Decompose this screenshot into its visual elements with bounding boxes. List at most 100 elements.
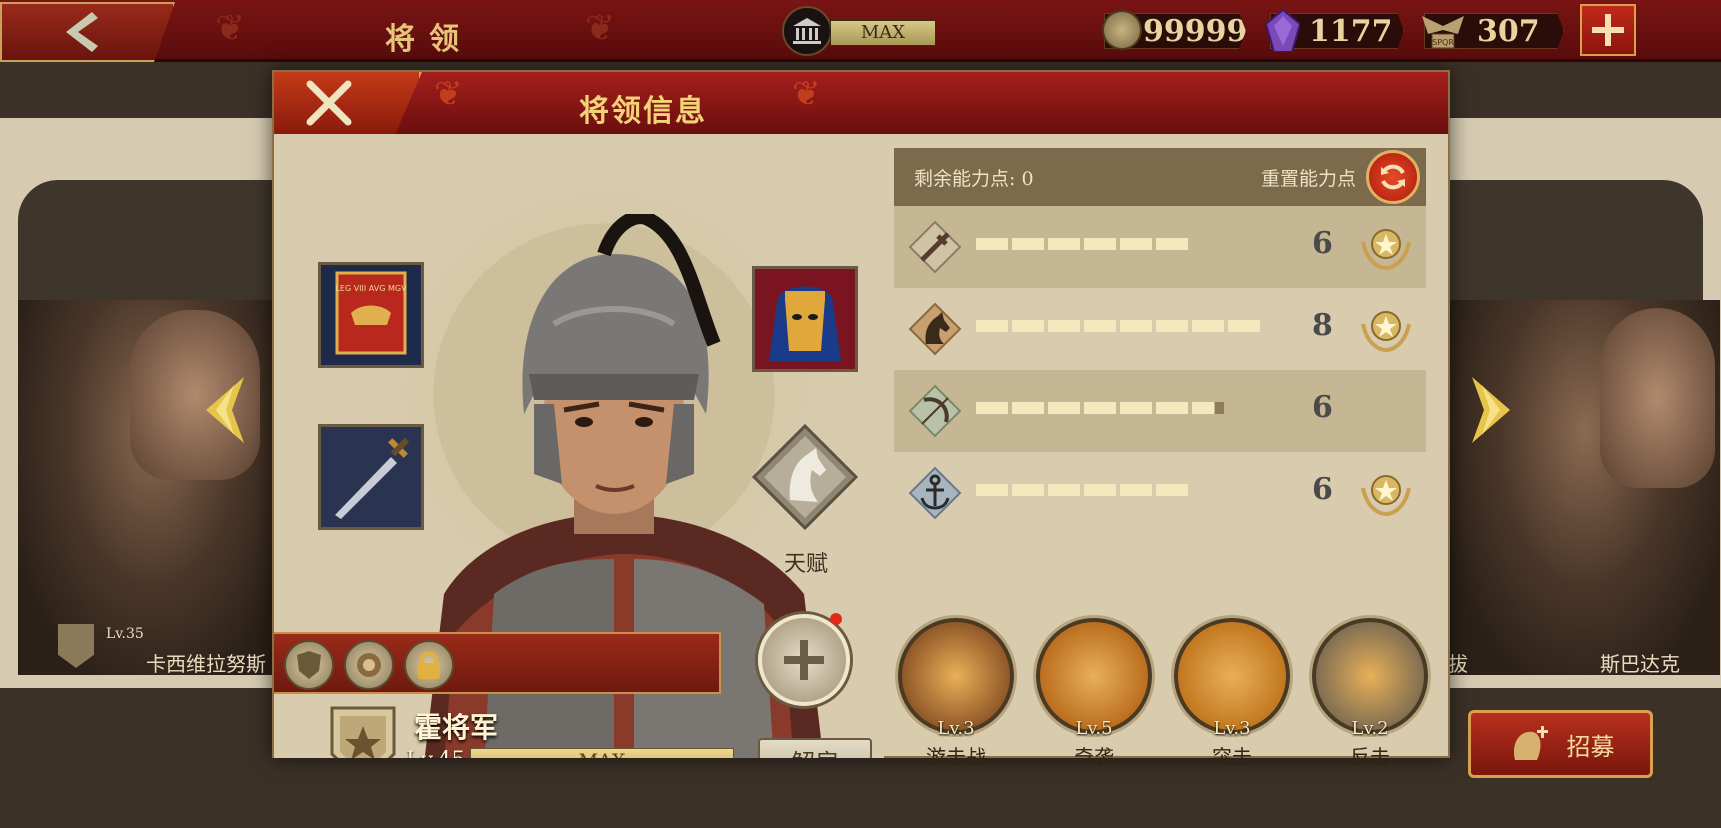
gladius-sword-icon [335,437,410,519]
cavalry-skill-slot[interactable] [344,640,394,690]
close-button[interactable] [274,72,422,134]
plus-icon [1592,14,1624,46]
skill-ambush[interactable]: Lv.5 奇袭 [1036,618,1152,770]
stat-segment [1156,238,1188,250]
laurel-right-icon: ❦ [585,8,616,49]
hero-name: 霍将军 [414,711,499,744]
weapon-slot[interactable] [318,424,424,530]
modal-header: ❦ 将领信息 ❦ [274,72,1448,134]
archery-bar [976,402,1224,414]
modal-title: 将领信息 [579,94,707,129]
hero-level: Lv.45 [406,748,465,758]
shield-icon [297,651,321,679]
building-level-bar: MAX [830,20,936,46]
page-title: 将领 [385,22,473,57]
dismiss-button[interactable]: 解雇 [758,738,872,758]
stat-segment-partial [1192,402,1224,414]
skill-level: Lv.2 [1351,718,1389,739]
laurel-left-icon: ❦ [434,74,463,114]
shield-skill-slot[interactable] [284,640,334,690]
reset-points-button[interactable] [1366,150,1420,204]
pharaoh-mask-icon [769,286,841,361]
attack-value: 6 [1312,226,1333,261]
naval-value: 6 [1312,472,1333,507]
coin-icon [1102,10,1142,50]
skill-charge[interactable]: Lv.3 突击 [1174,618,1290,770]
medal-icon [1361,475,1411,517]
stat-segment [1048,320,1080,332]
medal-icon [1361,229,1411,271]
top-bar: ❦ 将领 ❦ MAX 99999 1177 307 SPQR [0,0,1721,62]
next-hero-name-a: 拔 [1448,652,1468,676]
cavalry-value: 8 [1312,308,1333,343]
skill-counter[interactable]: Lv.2 反击 [1312,618,1428,770]
svg-text:SPQR: SPQR [1432,38,1454,47]
skill-guerrilla-icon [898,618,1014,734]
stat-segment [1012,402,1044,414]
svg-text:LEG VIII AVG MGV: LEG VIII AVG MGV [335,284,407,293]
prev-hero-level: Lv.35 [106,626,144,642]
hero-portrait-area: LEG VIII AVG MGV 天赋 霍将军 [274,134,884,758]
stat-row-cavalry: 8 [894,288,1426,370]
back-arrow-icon [66,12,98,52]
reset-points-label: 重置能力点 [1260,167,1356,190]
stat-segment [1012,484,1044,496]
stat-row-archery: 6 [894,370,1426,452]
skill-name: 突击 [1212,745,1252,769]
skill-guerrilla[interactable]: Lv.3 游击战 [898,618,1014,770]
cavalry-icon [357,653,381,677]
stat-segment [1120,320,1152,332]
anchor-icon [908,466,962,520]
archery-value: 6 [1312,390,1333,425]
stat-segment [1228,320,1260,332]
stat-segment [976,484,1008,496]
ability-points-row: 剩余能力点: 0 重置能力点 [894,148,1426,206]
next-hero-face [1600,308,1715,488]
hero-exp-bar: MAX [470,748,734,758]
gems-value: 1177 [1309,13,1393,49]
medal-icon [1361,311,1411,353]
skill-level: Lv.3 [1213,718,1251,739]
next-hero-arrow-icon[interactable] [1466,375,1516,445]
stat-segment [1120,238,1152,250]
sword-icon [908,220,962,274]
notification-dot [830,613,842,625]
cavalry-bar [976,320,1260,332]
stat-segment [1012,238,1044,250]
back-button[interactable] [0,2,175,62]
close-icon [306,80,352,126]
stat-segment [1156,484,1188,496]
plus-icon [784,640,824,680]
locked-skill-slot[interactable] [404,640,454,690]
banner-slot[interactable]: LEG VIII AVG MGV [318,262,424,368]
prev-hero-name: 卡西维拉努斯 [146,652,266,676]
skill-slot-bar [274,632,721,694]
attack-bar [976,238,1188,250]
add-skill-button[interactable] [758,614,850,706]
stat-segment [1048,484,1080,496]
skill-charge-icon [1174,618,1290,734]
laurel-left-icon: ❦ [215,8,246,49]
stat-segment [1120,484,1152,496]
stat-segment [1192,320,1224,332]
skill-level: Lv.3 [937,718,975,739]
building-icon [782,6,832,56]
bow-icon [908,384,962,438]
laurel-right-icon: ❦ [792,74,821,114]
talent-horse-icon[interactable] [752,424,858,530]
skill-ambush-icon [1036,618,1152,734]
skill-name: 奇袭 [1074,745,1114,769]
stat-segment [1120,402,1152,414]
next-hero-name-b: 斯巴达克 [1600,652,1680,676]
recruit-label: 招募 [1566,732,1615,761]
skill-name: 反击 [1350,745,1390,769]
stat-segment [1156,402,1188,414]
accessory-slot[interactable] [752,266,858,372]
recruit-button[interactable]: 招募 [1468,710,1653,778]
stat-segment [1156,320,1188,332]
stat-segment [976,320,1008,332]
add-resources-button[interactable] [1580,4,1636,56]
skill-name: 游击战 [926,745,986,769]
spqr-value: 307 [1477,13,1540,49]
prev-hero-arrow-icon[interactable] [200,375,250,445]
